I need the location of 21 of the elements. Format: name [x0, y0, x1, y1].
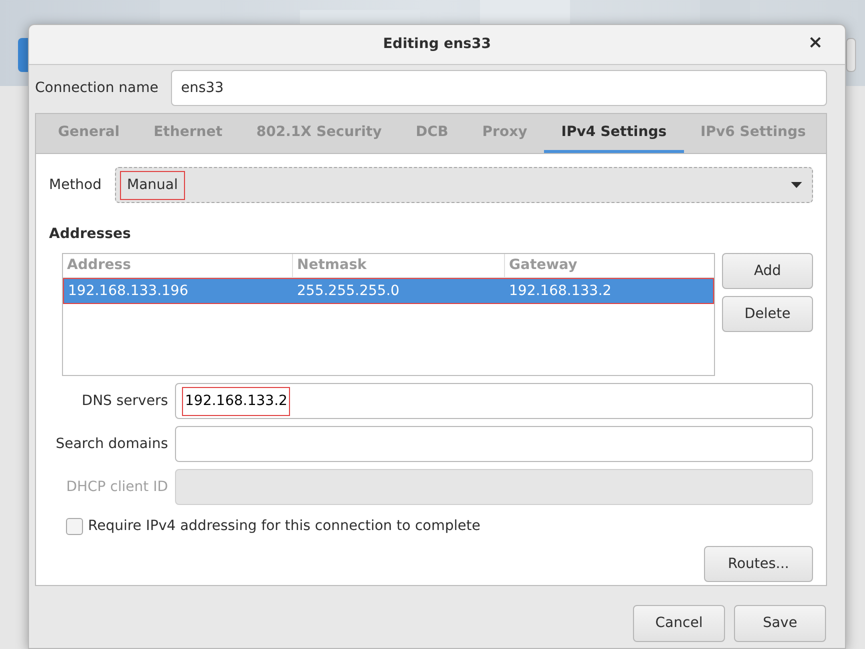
caret-icon: [791, 182, 802, 188]
tab[interactable]: IPv4 Settings: [544, 114, 684, 153]
input-field[interactable]: ens33: [171, 70, 827, 106]
section-title: Addresses: [49, 225, 132, 244]
input-field[interactable]: 192.168.133.2: [175, 383, 813, 419]
close-button[interactable]: ×: [808, 34, 823, 52]
window-title: Editing ens33: [382, 35, 491, 54]
button[interactable]: Cancel: [633, 605, 725, 642]
field-label: DNS servers: [80, 392, 169, 410]
field-label: Search domains: [54, 434, 169, 454]
button[interactable]: Add: [722, 253, 813, 289]
checkbox-label[interactable]: Require IPv4 addressing for this connection to complete: [88, 516, 480, 537]
field-label: DHCP client ID: [65, 478, 169, 496]
field-label: Method: [49, 176, 103, 194]
button[interactable]: Delete: [722, 296, 813, 332]
method-dropdown[interactable]: Manual: [115, 167, 813, 203]
button[interactable]: Save: [734, 605, 826, 642]
routes-button[interactable]: Routes...: [704, 546, 813, 582]
checkbox[interactable]: [66, 518, 83, 535]
field-label: Connection name: [35, 78, 160, 98]
input-field[interactable]: [175, 426, 813, 462]
